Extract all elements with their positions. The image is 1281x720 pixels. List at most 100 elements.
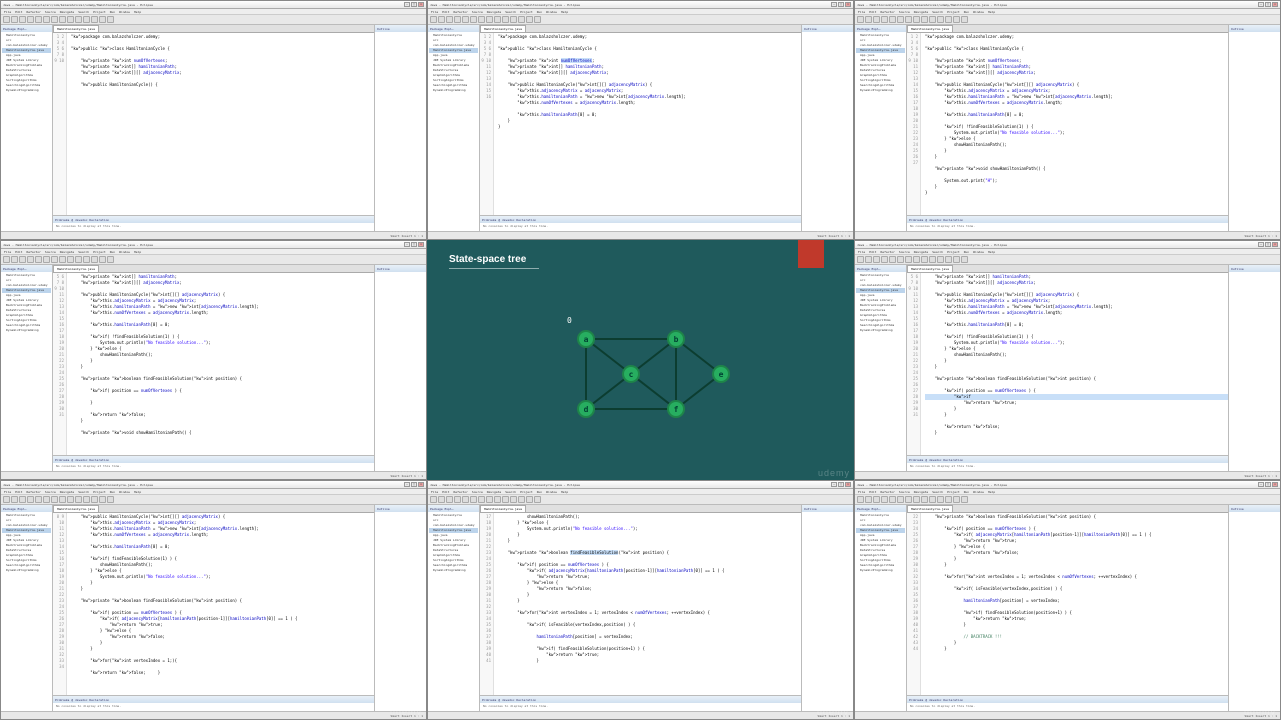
editor-tab[interactable]: HamiltonianCycle.java xyxy=(53,505,99,512)
menu-item[interactable]: Source xyxy=(899,490,910,494)
menu-item[interactable]: Run xyxy=(110,490,115,494)
toolbar-button[interactable] xyxy=(51,496,58,503)
menu-item[interactable]: Edit xyxy=(869,10,876,14)
menu-item[interactable]: Search xyxy=(78,250,89,254)
toolbar-button[interactable] xyxy=(19,256,26,263)
maximize-button[interactable]: □ xyxy=(1265,482,1271,487)
toolbar-button[interactable] xyxy=(937,496,944,503)
toolbar-button[interactable] xyxy=(67,256,74,263)
toolbar-button[interactable] xyxy=(873,16,880,23)
toolbar-button[interactable] xyxy=(83,496,90,503)
minimize-button[interactable]: – xyxy=(404,242,410,247)
toolbar-button[interactable] xyxy=(35,16,42,23)
menu-item[interactable]: Help xyxy=(134,250,141,254)
menu-item[interactable]: File xyxy=(431,10,438,14)
maximize-button[interactable]: □ xyxy=(411,482,417,487)
menu-item[interactable]: Project xyxy=(93,10,106,14)
menu-item[interactable]: File xyxy=(4,490,11,494)
toolbar-button[interactable] xyxy=(929,496,936,503)
toolbar-button[interactable] xyxy=(107,16,114,23)
toolbar-button[interactable] xyxy=(75,496,82,503)
menu-item[interactable]: Help xyxy=(561,10,568,14)
menu-item[interactable]: Help xyxy=(988,250,995,254)
toolbar-button[interactable] xyxy=(3,496,10,503)
toolbar-button[interactable] xyxy=(91,256,98,263)
menu-item[interactable]: Run xyxy=(964,250,969,254)
toolbar-button[interactable] xyxy=(905,256,912,263)
toolbar-button[interactable] xyxy=(953,256,960,263)
toolbar-button[interactable] xyxy=(526,496,533,503)
project-tree[interactable]: HamiltonianCycle src com.balazsholczer.u… xyxy=(1,272,52,334)
project-tree[interactable]: HamiltonianCycle src com.balazsholczer.u… xyxy=(855,32,906,94)
toolbar-button[interactable] xyxy=(865,256,872,263)
code-area[interactable]: 17 18 19 20 21 22 23 24 25 26 27 28 29 3… xyxy=(480,513,801,695)
menu-item[interactable]: Project xyxy=(947,10,960,14)
menu-item[interactable]: File xyxy=(431,490,438,494)
menu-item[interactable]: Source xyxy=(45,250,56,254)
menu-item[interactable]: Refactor xyxy=(453,10,467,14)
toolbar-button[interactable] xyxy=(881,256,888,263)
code-area[interactable]: 5 6 7 8 9 10 11 12 13 14 15 16 17 18 19 … xyxy=(53,273,374,455)
source-text[interactable]: "kw">package com.balazsholczer.udemy; "k… xyxy=(494,33,801,215)
source-text[interactable]: "kw">package com.balazsholczer.udemy; "k… xyxy=(921,33,1228,215)
toolbar-button[interactable] xyxy=(470,496,477,503)
menu-item[interactable]: Project xyxy=(947,490,960,494)
toolbar-button[interactable] xyxy=(857,256,864,263)
toolbar-button[interactable] xyxy=(873,256,880,263)
toolbar-button[interactable] xyxy=(945,496,952,503)
toolbar-button[interactable] xyxy=(43,496,50,503)
toolbar-button[interactable] xyxy=(873,496,880,503)
menu-item[interactable]: Run xyxy=(537,490,542,494)
editor-tab[interactable]: HamiltonianCycle.java xyxy=(907,265,953,272)
code-area[interactable]: 5 6 7 8 9 10 11 12 13 14 15 16 17 18 19 … xyxy=(907,273,1228,455)
toolbar-button[interactable] xyxy=(43,16,50,23)
toolbar-button[interactable] xyxy=(470,16,477,23)
close-button[interactable]: × xyxy=(418,242,424,247)
project-tree[interactable]: HamiltonianCycle src com.balazsholczer.u… xyxy=(428,32,479,94)
tree-item[interactable]: DynamicProgramming xyxy=(429,568,478,573)
project-tree[interactable]: HamiltonianCycle src com.balazsholczer.u… xyxy=(1,512,52,574)
toolbar-button[interactable] xyxy=(107,256,114,263)
menu-item[interactable]: Edit xyxy=(15,10,22,14)
toolbar-button[interactable] xyxy=(897,256,904,263)
menu-item[interactable]: Navigate xyxy=(914,490,928,494)
editor-tab[interactable]: HamiltonianCycle.java xyxy=(480,505,526,512)
menu-item[interactable]: Edit xyxy=(15,490,22,494)
toolbar-button[interactable] xyxy=(59,496,66,503)
tree-item[interactable]: DynamicProgramming xyxy=(856,328,905,333)
menu-item[interactable]: Edit xyxy=(442,10,449,14)
menu-item[interactable]: Refactor xyxy=(26,10,40,14)
toolbar-button[interactable] xyxy=(865,496,872,503)
menu-item[interactable]: Search xyxy=(78,10,89,14)
toolbar-button[interactable] xyxy=(27,256,34,263)
toolbar-button[interactable] xyxy=(905,16,912,23)
toolbar-button[interactable] xyxy=(510,16,517,23)
source-text[interactable]: "kw">private "kw">int[] hamiltonianPath;… xyxy=(67,273,374,455)
toolbar-button[interactable] xyxy=(889,256,896,263)
menu-item[interactable]: Source xyxy=(45,490,56,494)
menu-item[interactable]: Run xyxy=(110,10,115,14)
toolbar-button[interactable] xyxy=(67,16,74,23)
menu-item[interactable]: Window xyxy=(546,10,557,14)
menu-item[interactable]: File xyxy=(4,10,11,14)
toolbar-button[interactable] xyxy=(889,16,896,23)
menu-item[interactable]: Source xyxy=(45,10,56,14)
code-area[interactable]: 1 2 3 4 5 6 7 8 9 10 11 12 13 14 15 16 1… xyxy=(907,33,1228,215)
menu-item[interactable]: Edit xyxy=(869,250,876,254)
toolbar-button[interactable] xyxy=(462,16,469,23)
menu-item[interactable]: Window xyxy=(119,250,130,254)
toolbar-button[interactable] xyxy=(446,496,453,503)
menu-item[interactable]: Search xyxy=(932,490,943,494)
menu-item[interactable]: Window xyxy=(973,250,984,254)
menu-item[interactable]: Source xyxy=(899,250,910,254)
tree-item[interactable]: DynamicProgramming xyxy=(856,568,905,573)
minimize-button[interactable]: – xyxy=(404,482,410,487)
close-button[interactable]: × xyxy=(418,2,424,7)
project-tree[interactable]: HamiltonianCycle src com.balazsholczer.u… xyxy=(428,512,479,574)
source-text[interactable]: "kw">public HamiltonianCycle("kw">int[][… xyxy=(67,513,374,695)
project-tree[interactable]: HamiltonianCycle src com.balazsholczer.u… xyxy=(1,32,52,94)
toolbar-button[interactable] xyxy=(59,16,66,23)
toolbar-button[interactable] xyxy=(99,496,106,503)
toolbar-button[interactable] xyxy=(486,16,493,23)
minimize-button[interactable]: – xyxy=(831,482,837,487)
